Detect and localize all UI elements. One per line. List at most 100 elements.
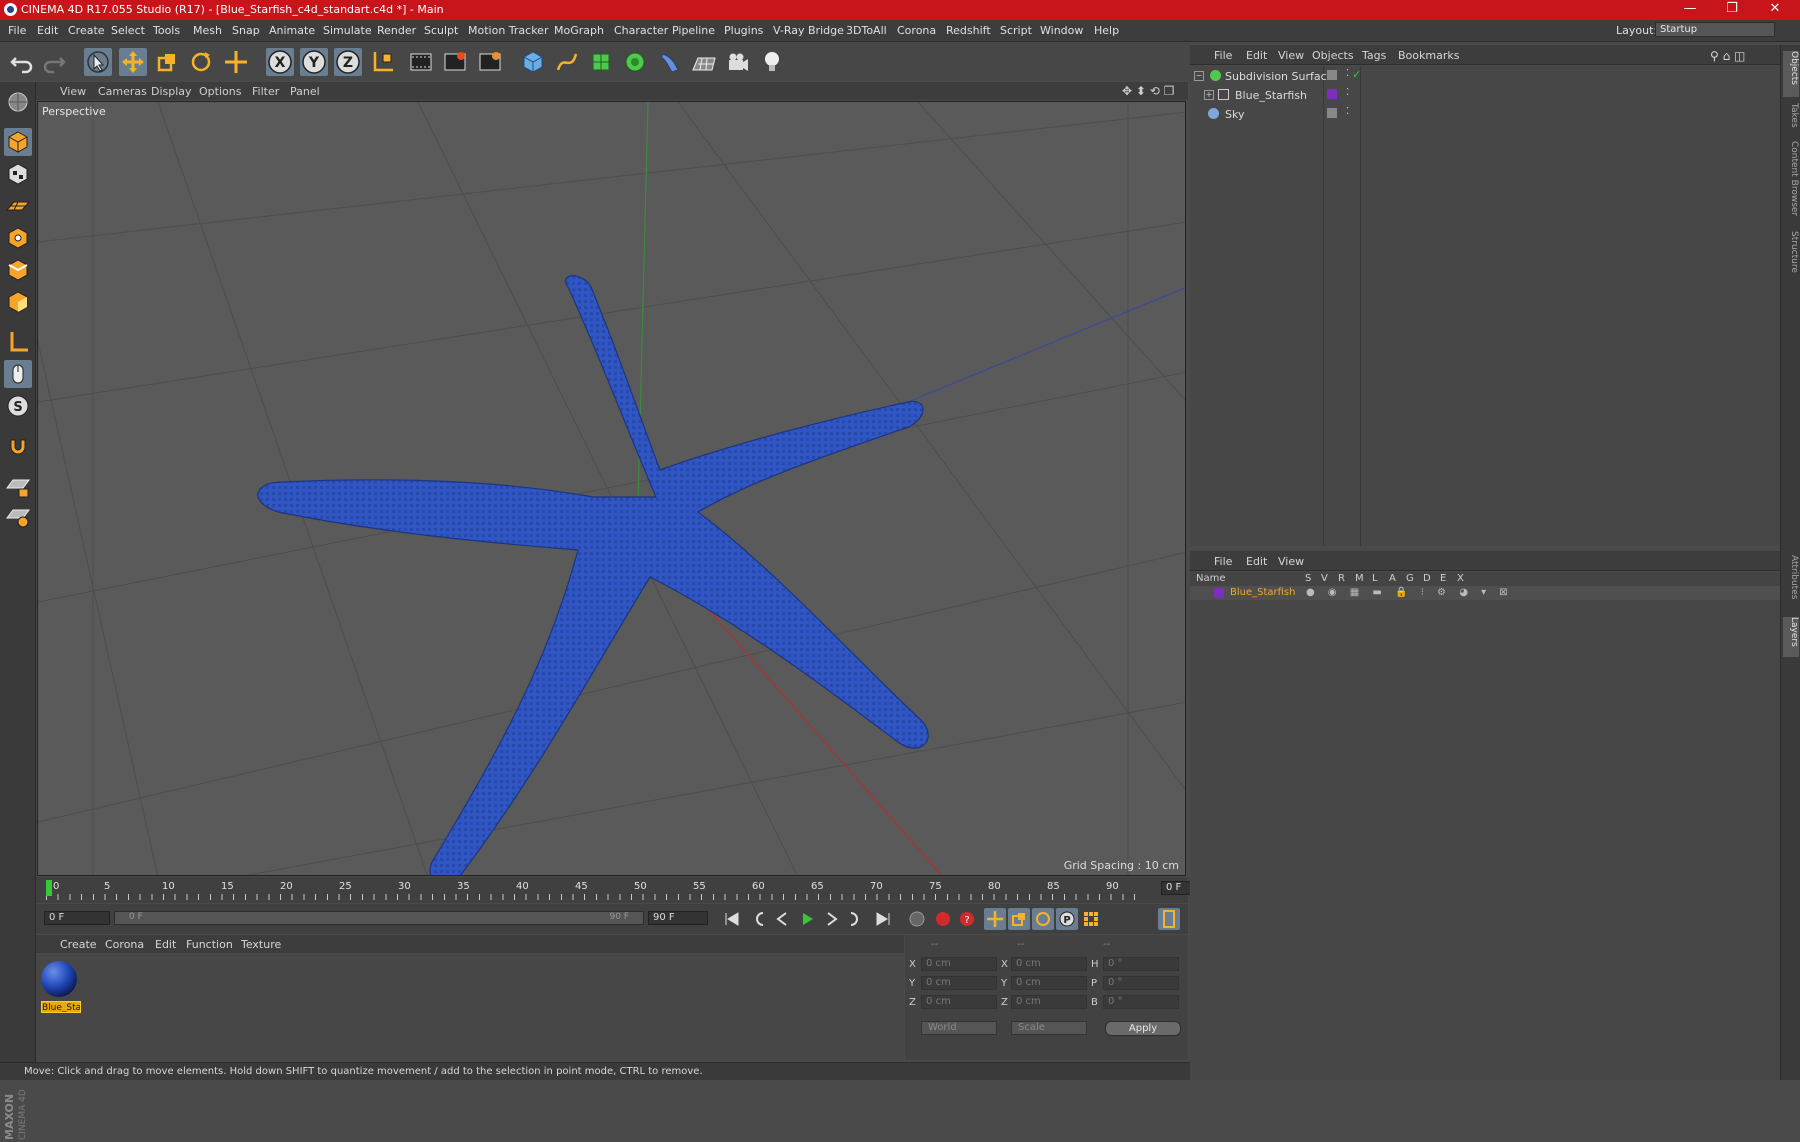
timeline-playhead[interactable] — [46, 880, 52, 896]
magnet-icon[interactable] — [4, 432, 32, 460]
go-to-end-icon[interactable] — [872, 908, 894, 930]
menu-tools[interactable]: Tools — [153, 24, 180, 37]
maximize-button[interactable]: ❐ — [1712, 0, 1752, 20]
viewport-menu-options[interactable]: Options — [199, 85, 241, 98]
viewport-menu-filter[interactable]: Filter — [252, 85, 279, 98]
key-position-icon[interactable] — [984, 908, 1006, 930]
texture-mode-icon[interactable] — [4, 160, 32, 188]
layer-flag-icons[interactable]: ● ◉ ▦ ▬ 🔒 ⁝ ⚙ ◕ ▾ ⊠ — [1306, 587, 1513, 598]
layer-color-icon[interactable] — [1327, 89, 1337, 99]
floor-icon[interactable] — [690, 48, 718, 76]
points-mode-icon[interactable] — [4, 224, 32, 252]
material-menu-corona[interactable]: Corona — [105, 938, 144, 951]
edit-render-settings-icon[interactable] — [476, 48, 504, 76]
menu-select[interactable]: Select — [111, 24, 145, 37]
object-name[interactable]: Subdivision Surface — [1225, 70, 1333, 83]
material-menu-edit[interactable]: Edit — [155, 938, 176, 951]
x-axis-lock-icon[interactable]: X — [266, 48, 294, 76]
object-row-sky[interactable]: Sky ⁚ — [1190, 105, 1780, 123]
perspective-viewport[interactable]: Perspective Grid Spacing : 10 cm — [37, 101, 1186, 876]
object-name[interactable]: Sky — [1225, 108, 1244, 121]
rotate-icon[interactable] — [187, 48, 215, 76]
play-icon[interactable] — [796, 908, 818, 930]
object-menu-tags[interactable]: Tags — [1362, 49, 1386, 62]
layer-color-swatch[interactable] — [1214, 588, 1224, 598]
material-menu-create[interactable]: Create — [60, 938, 97, 951]
menu-create[interactable]: Create — [68, 24, 105, 37]
menu-mesh[interactable]: Mesh — [193, 24, 222, 37]
timeline-ruler[interactable]: 0 5 10 15 20 25 30 35 40 45 50 55 60 65 … — [36, 877, 1221, 903]
collapse-toggle-icon[interactable]: − — [1194, 71, 1204, 81]
subdivision-surface-icon[interactable] — [587, 48, 615, 76]
axis-mode-icon[interactable] — [4, 328, 32, 356]
layer-row-blue-starfish[interactable]: Blue_Starfish ● ◉ ▦ ▬ 🔒 ⁝ ⚙ ◕ ▾ ⊠ — [1190, 586, 1780, 600]
pos-x-field[interactable]: 0 cm — [921, 957, 997, 971]
z-axis-lock-icon[interactable]: Z — [334, 48, 362, 76]
previous-frame-icon[interactable] — [772, 908, 794, 930]
tab-objects[interactable]: Objects — [1783, 51, 1799, 97]
viewport-menu-display[interactable]: Display — [151, 85, 192, 98]
rot-p-field[interactable]: 0 ° — [1103, 976, 1179, 990]
layout-dropdown[interactable]: Startup — [1655, 22, 1775, 37]
move-icon[interactable] — [119, 48, 147, 76]
undo-icon[interactable] — [8, 48, 36, 76]
recent-tool-icon[interactable] — [222, 48, 250, 76]
object-menu-file[interactable]: File — [1214, 49, 1232, 62]
menu-character[interactable]: Character — [614, 24, 668, 37]
world-coordinate-icon[interactable] — [369, 48, 397, 76]
preview-range-slider[interactable]: 0 F 90 F — [114, 911, 644, 925]
menu-script[interactable]: Script — [1000, 24, 1032, 37]
object-menu-view[interactable]: View — [1278, 49, 1304, 62]
pos-y-field[interactable]: 0 cm — [921, 976, 997, 990]
minimize-button[interactable]: — — [1670, 0, 1710, 20]
make-editable-icon[interactable] — [4, 88, 32, 116]
menu-sculpt[interactable]: Sculpt — [424, 24, 458, 37]
menu-render[interactable]: Render — [377, 24, 416, 37]
keyframe-selection-icon[interactable]: ? — [956, 908, 978, 930]
edges-mode-icon[interactable] — [4, 256, 32, 284]
next-key-icon[interactable] — [844, 908, 866, 930]
light-icon[interactable] — [758, 48, 786, 76]
menu-window[interactable]: Window — [1040, 24, 1083, 37]
visibility-dots-icon[interactable]: ⁚ — [1346, 106, 1349, 117]
layer-tag-icon[interactable] — [1327, 108, 1337, 118]
key-rotation-icon[interactable] — [1032, 908, 1054, 930]
menu-file[interactable]: File — [8, 24, 26, 37]
material-blue-starfish[interactable]: Blue_Sta — [39, 959, 81, 1013]
rot-b-field[interactable]: 0 ° — [1103, 995, 1179, 1009]
scale-icon[interactable] — [153, 48, 181, 76]
menu-mograph[interactable]: MoGraph — [554, 24, 604, 37]
polygons-mode-icon[interactable] — [4, 288, 32, 316]
tab-structure[interactable]: Structure — [1783, 231, 1799, 281]
object-menu-bookmarks[interactable]: Bookmarks — [1398, 49, 1459, 62]
menu-3dtoall[interactable]: 3DToAll — [846, 24, 887, 37]
layer-menu-view[interactable]: View — [1278, 555, 1304, 568]
layer-name[interactable]: Blue_Starfish — [1230, 587, 1295, 598]
size-z-field[interactable]: 0 cm — [1011, 995, 1087, 1009]
key-pla-icon[interactable] — [1080, 908, 1102, 930]
render-view-icon[interactable] — [407, 48, 435, 76]
layer-menu-edit[interactable]: Edit — [1246, 555, 1267, 568]
key-parameter-icon[interactable]: P — [1056, 908, 1078, 930]
menu-vray-bridge[interactable]: V-Ray Bridge — [773, 24, 844, 37]
planar-workplane-icon[interactable] — [4, 502, 32, 530]
expand-toggle-icon[interactable]: + — [1204, 90, 1214, 100]
menu-animate[interactable]: Animate — [269, 24, 315, 37]
layer-menu-file[interactable]: File — [1214, 555, 1232, 568]
menu-corona[interactable]: Corona — [897, 24, 936, 37]
live-selection-icon[interactable] — [84, 48, 112, 76]
viewport-menu-view[interactable]: View — [60, 85, 86, 98]
menu-motion-tracker[interactable]: Motion Tracker — [468, 24, 548, 37]
timeline-layout-icon[interactable] — [1158, 908, 1180, 930]
viewport-navigation-icons[interactable]: ✥ ⬍ ⟲ ❐ — [1122, 84, 1174, 98]
y-axis-lock-icon[interactable]: Y — [300, 48, 328, 76]
object-row-subdivision-surface[interactable]: − Subdivision Surface ⁚ ✓ — [1190, 67, 1780, 85]
tab-attributes[interactable]: Attributes — [1783, 555, 1799, 611]
model-mode-icon[interactable] — [4, 128, 32, 156]
enabled-check-icon[interactable]: ✓ — [1352, 68, 1361, 81]
key-scale-icon[interactable] — [1008, 908, 1030, 930]
camera-icon[interactable] — [724, 48, 752, 76]
object-menu-objects[interactable]: Objects — [1312, 49, 1354, 62]
menu-plugins[interactable]: Plugins — [724, 24, 763, 37]
record-keys-icon[interactable] — [906, 908, 928, 930]
